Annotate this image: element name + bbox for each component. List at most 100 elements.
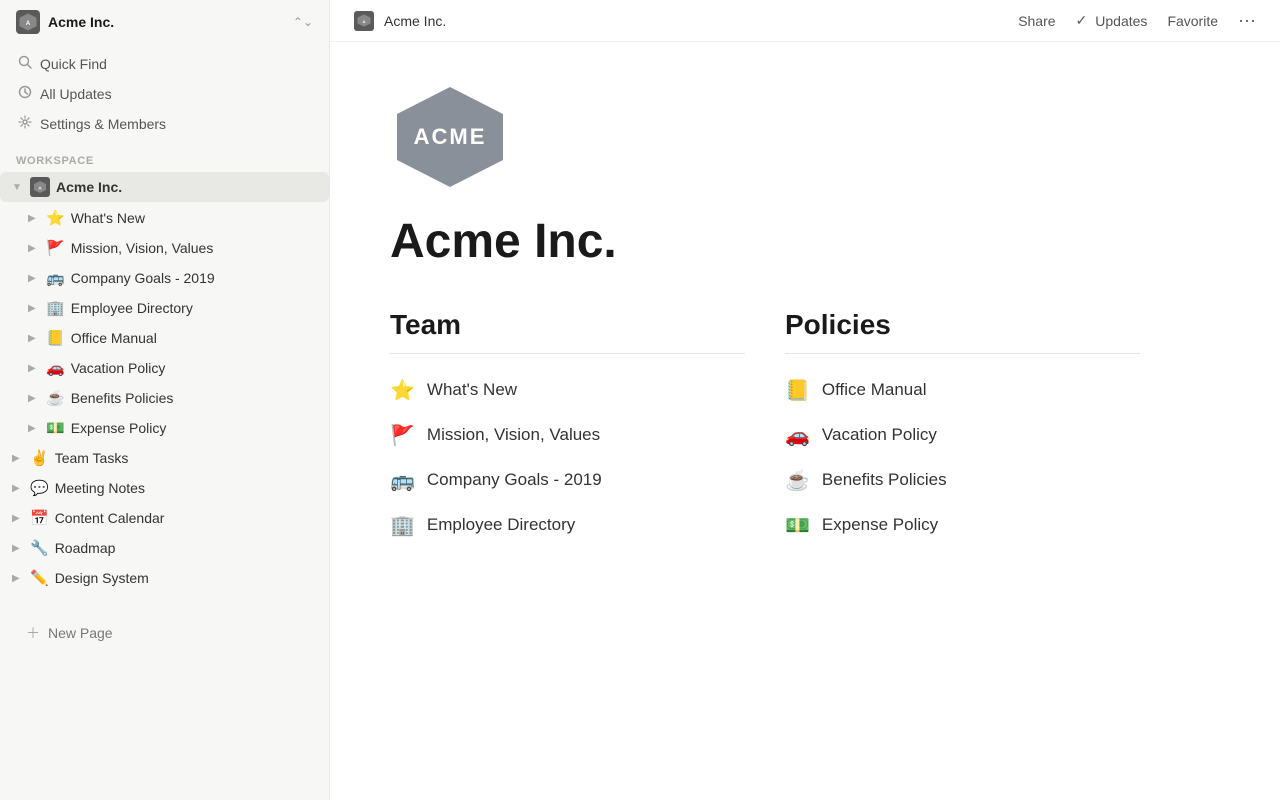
page-body: ACME Acme Inc. Team ⭐ What's New 🚩 Missi… bbox=[330, 42, 1280, 582]
company-goals-link-emoji: 🚌 bbox=[390, 468, 415, 493]
content-calendar-emoji: 📅 bbox=[30, 509, 49, 527]
arrow-icon: ▶ bbox=[28, 363, 42, 374]
new-page-label: New Page bbox=[48, 625, 113, 641]
sidebar-footer: ＋ New Page bbox=[0, 609, 329, 665]
employee-dir-emoji: 🏢 bbox=[46, 299, 65, 317]
arrow-icon: ▶ bbox=[28, 303, 42, 314]
policies-items: 📒 Office Manual 🚗 Vacation Policy ☕ Bene… bbox=[785, 374, 1140, 542]
quick-find-label: Quick Find bbox=[40, 56, 107, 72]
team-section: Team ⭐ What's New 🚩 Mission, Vision, Val… bbox=[390, 309, 745, 542]
employee-dir-link-label: Employee Directory bbox=[427, 515, 575, 535]
main-content: A Acme Inc. Share ✓ Updates Favorite ···… bbox=[330, 0, 1280, 800]
new-page-button[interactable]: ＋ New Page bbox=[16, 617, 313, 649]
team-tasks-emoji: ✌️ bbox=[30, 449, 49, 467]
team-tasks-label: Team Tasks bbox=[55, 450, 129, 466]
policies-link-benefits[interactable]: ☕ Benefits Policies bbox=[785, 464, 1140, 497]
sidebar-item-benefits[interactable]: ▶ ☕ Benefits Policies bbox=[0, 384, 329, 412]
policies-link-office-manual[interactable]: 📒 Office Manual bbox=[785, 374, 1140, 407]
sidebar-item-acme-root[interactable]: ▼ A Acme Inc. bbox=[0, 172, 329, 202]
arrow-icon: ▶ bbox=[12, 483, 26, 494]
vacation-policy-emoji: 🚗 bbox=[46, 359, 65, 377]
sidebar-item-team-tasks[interactable]: ▶ ✌️ Team Tasks bbox=[0, 444, 329, 472]
team-section-title: Team bbox=[390, 309, 745, 341]
employee-dir-link-emoji: 🏢 bbox=[390, 513, 415, 538]
settings-label: Settings & Members bbox=[40, 116, 166, 132]
office-manual-emoji: 📒 bbox=[46, 329, 65, 347]
policies-section-title: Policies bbox=[785, 309, 1140, 341]
sidebar-item-expense-policy[interactable]: ▶ 💵 Expense Policy bbox=[0, 414, 329, 442]
topbar-title: Acme Inc. bbox=[384, 13, 1018, 29]
sidebar-item-office-manual[interactable]: ▶ 📒 Office Manual bbox=[0, 324, 329, 352]
whats-new-link-label: What's New bbox=[427, 380, 517, 400]
arrow-icon: ▶ bbox=[28, 423, 42, 434]
team-items: ⭐ What's New 🚩 Mission, Vision, Values 🚌… bbox=[390, 374, 745, 542]
sidebar-item-vacation-policy[interactable]: ▶ 🚗 Vacation Policy bbox=[0, 354, 329, 382]
vacation-policy-link-label: Vacation Policy bbox=[822, 425, 937, 445]
more-options-button[interactable]: ··· bbox=[1238, 10, 1256, 31]
arrow-icon: ▶ bbox=[28, 273, 42, 284]
arrow-icon: ▶ bbox=[12, 513, 26, 524]
content-calendar-label: Content Calendar bbox=[55, 510, 165, 526]
expense-policy-link-emoji: 💵 bbox=[785, 513, 810, 538]
arrow-icon: ▶ bbox=[28, 243, 42, 254]
acme-logo: ACME bbox=[390, 82, 510, 192]
workspace-header[interactable]: A Acme Inc. ⌃⌄ bbox=[0, 0, 329, 44]
benefits-label: Benefits Policies bbox=[71, 390, 174, 406]
team-link-company-goals[interactable]: 🚌 Company Goals - 2019 bbox=[390, 464, 745, 497]
sidebar-item-design-system[interactable]: ▶ ✏️ Design System bbox=[0, 564, 329, 592]
roadmap-emoji: 🔧 bbox=[30, 539, 49, 557]
nav-settings[interactable]: Settings & Members bbox=[8, 109, 321, 138]
check-icon: ✓ bbox=[1076, 12, 1088, 29]
whats-new-emoji: ⭐ bbox=[46, 209, 65, 227]
arrow-icon: ▶ bbox=[12, 543, 26, 554]
updates-button[interactable]: ✓ Updates bbox=[1076, 12, 1148, 29]
team-link-whats-new[interactable]: ⭐ What's New bbox=[390, 374, 745, 407]
design-system-label: Design System bbox=[55, 570, 149, 586]
sidebar-item-whats-new[interactable]: ▶ ⭐ What's New bbox=[0, 204, 329, 232]
arrow-icon: ▶ bbox=[12, 573, 26, 584]
topbar-actions: Share ✓ Updates Favorite ··· bbox=[1018, 10, 1256, 31]
svg-text:ACME: ACME bbox=[414, 124, 487, 149]
policies-link-expense-policy[interactable]: 💵 Expense Policy bbox=[785, 509, 1140, 542]
nav-all-updates[interactable]: All Updates bbox=[8, 79, 321, 108]
expense-policy-link-label: Expense Policy bbox=[822, 515, 938, 535]
share-button[interactable]: Share bbox=[1018, 13, 1055, 29]
sidebar-item-roadmap[interactable]: ▶ 🔧 Roadmap bbox=[0, 534, 329, 562]
sidebar-item-mission[interactable]: ▶ 🚩 Mission, Vision, Values bbox=[0, 234, 329, 262]
expense-policy-label: Expense Policy bbox=[71, 420, 167, 436]
sidebar-item-employee-dir[interactable]: ▶ 🏢 Employee Directory bbox=[0, 294, 329, 322]
content-grid: Team ⭐ What's New 🚩 Mission, Vision, Val… bbox=[390, 309, 1140, 542]
sidebar-item-content-calendar[interactable]: ▶ 📅 Content Calendar bbox=[0, 504, 329, 532]
team-link-mission[interactable]: 🚩 Mission, Vision, Values bbox=[390, 419, 745, 452]
benefits-link-label: Benefits Policies bbox=[822, 470, 947, 490]
benefits-link-emoji: ☕ bbox=[785, 468, 810, 493]
arrow-icon: ▶ bbox=[28, 393, 42, 404]
workspace-chevron-icon: ⌃⌄ bbox=[293, 15, 313, 29]
search-icon bbox=[18, 55, 32, 72]
policies-section: Policies 📒 Office Manual 🚗 Vacation Poli… bbox=[785, 309, 1140, 542]
arrow-icon: ▶ bbox=[28, 333, 42, 344]
mission-link-emoji: 🚩 bbox=[390, 423, 415, 448]
favorite-button[interactable]: Favorite bbox=[1167, 13, 1218, 29]
updates-label: Updates bbox=[1095, 13, 1147, 29]
collapse-arrow-icon: ▼ bbox=[12, 182, 26, 193]
whats-new-link-emoji: ⭐ bbox=[390, 378, 415, 403]
team-divider bbox=[390, 353, 745, 354]
topbar: A Acme Inc. Share ✓ Updates Favorite ··· bbox=[330, 0, 1280, 42]
topbar-logo: A bbox=[354, 11, 374, 31]
company-goals-label: Company Goals - 2019 bbox=[71, 270, 215, 286]
workspace-name: Acme Inc. bbox=[48, 14, 289, 30]
design-system-emoji: ✏️ bbox=[30, 569, 49, 587]
sidebar-item-meeting-notes[interactable]: ▶ 💬 Meeting Notes bbox=[0, 474, 329, 502]
sidebar: A Acme Inc. ⌃⌄ Quick Find bbox=[0, 0, 330, 800]
vacation-policy-label: Vacation Policy bbox=[71, 360, 166, 376]
policies-link-vacation-policy[interactable]: 🚗 Vacation Policy bbox=[785, 419, 1140, 452]
office-manual-label: Office Manual bbox=[71, 330, 157, 346]
team-link-employee-dir[interactable]: 🏢 Employee Directory bbox=[390, 509, 745, 542]
sidebar-item-company-goals[interactable]: ▶ 🚌 Company Goals - 2019 bbox=[0, 264, 329, 292]
nav-quick-find[interactable]: Quick Find bbox=[8, 49, 321, 78]
company-goals-link-label: Company Goals - 2019 bbox=[427, 470, 602, 490]
mission-emoji: 🚩 bbox=[46, 239, 65, 257]
arrow-icon: ▶ bbox=[28, 213, 42, 224]
whats-new-label: What's New bbox=[71, 210, 145, 226]
